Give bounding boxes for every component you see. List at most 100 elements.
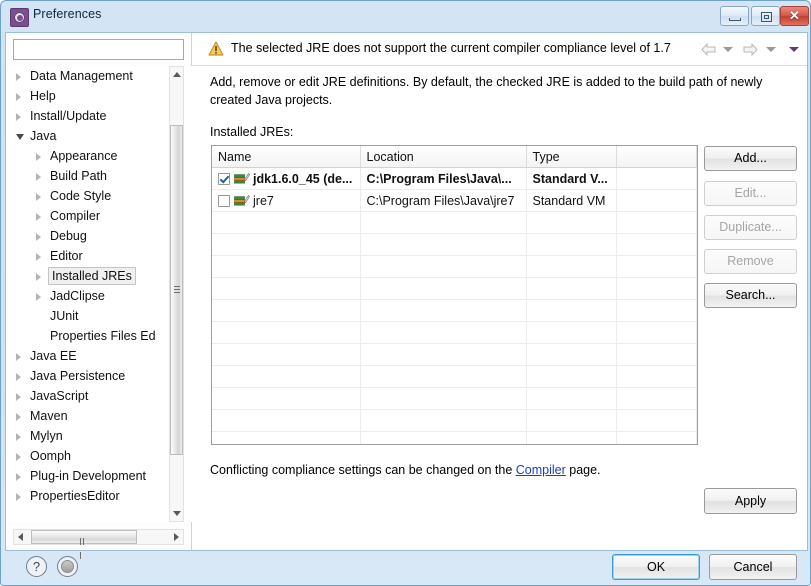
remove-button[interactable]: Remove [704,249,797,274]
sidebar-item-java-ee[interactable]: Java EE [6,346,192,366]
help-icon[interactable]: ? [26,556,47,577]
chevron-right-icon[interactable] [16,353,21,361]
chevron-right-icon[interactable] [36,173,41,181]
table-row[interactable]: jdk1.6.0_45 (de... C:\Program Files\Java\… [212,167,697,190]
sidebar-item-label: Appearance [50,149,118,163]
installed-jres-label: Installed JREs: [210,125,294,139]
sidebar-item-data-management[interactable]: Data Management [6,66,192,86]
column-header-extra[interactable] [616,146,697,168]
sidebar-item-label: Editor [50,249,83,263]
jre-name-cell[interactable]: jdk1.6.0_45 (de... [212,167,361,190]
minimize-button[interactable] [720,6,749,26]
chevron-right-icon[interactable] [16,93,21,101]
column-header-type[interactable]: Type [526,146,617,168]
chevron-right-icon[interactable] [16,393,21,401]
scroll-up-icon[interactable] [170,67,183,82]
forward-arrow-icon[interactable] [743,43,759,57]
chevron-right-icon[interactable] [16,413,21,421]
chevron-right-icon[interactable] [36,273,41,281]
jre-checkbox[interactable] [218,172,230,185]
chevron-right-icon[interactable] [36,153,41,161]
sidebar-item-code-style[interactable]: Code Style [6,186,192,206]
column-header-location[interactable]: Location [360,146,527,168]
sidebar-item-oomph[interactable]: Oomph [6,446,192,466]
chevron-right-icon[interactable] [16,73,21,81]
page-description: Add, remove or edit JRE definitions. By … [210,75,763,107]
sidebar-item-java[interactable]: Java [6,126,192,146]
sidebar-item-mylyn[interactable]: Mylyn [6,426,192,446]
sidebar-item-appearance[interactable]: Appearance [6,146,192,166]
jre-name-cell[interactable]: jre7 [212,189,361,212]
sidebar-item-java-persistence[interactable]: Java Persistence [6,366,192,386]
chevron-down-icon[interactable] [16,134,24,140]
edit-button[interactable]: Edit... [704,181,797,206]
sidebar-item-help[interactable]: Help [6,86,192,106]
close-button[interactable]: ✕ [780,6,809,26]
table-empty-row [212,233,697,256]
apply-button[interactable]: Apply [704,488,797,514]
sidebar-item-install-update[interactable]: Install/Update [6,106,192,126]
ok-button[interactable]: OK [612,554,700,580]
chevron-right-icon[interactable] [16,473,21,481]
close-icon: ✕ [789,8,800,23]
jre-checkbox[interactable] [218,194,230,207]
sidebar-item-propertieseditor[interactable]: PropertiesEditor [6,486,192,506]
tree-hscroll-thumb[interactable] [31,530,137,559]
chevron-right-icon[interactable] [16,433,21,441]
sidebar-item-label: Maven [30,409,68,423]
jre-library-icon [234,194,250,208]
maximize-button[interactable] [751,6,780,26]
sidebar-item-label: PropertiesEditor [30,489,120,503]
scroll-down-icon[interactable] [170,506,183,521]
chevron-right-icon[interactable] [36,193,41,201]
compiler-link[interactable]: Compiler [516,463,566,477]
conflict-suffix: page. [565,463,601,477]
duplicate-button[interactable]: Duplicate... [704,215,797,240]
chevron-right-icon[interactable] [36,293,41,301]
sidebar-item-installed-jres[interactable]: Installed JREs [6,266,192,286]
tree-vscroll-thumb[interactable] [170,125,183,455]
chevron-right-icon[interactable] [16,373,21,381]
back-arrow-icon[interactable] [700,43,717,57]
forward-dropdown-icon[interactable] [765,47,776,53]
preference-page-panel: The selected JRE does not support the cu… [192,33,807,550]
preference-tree[interactable]: Data Management Help Install/Update Java App… [6,66,192,522]
sidebar-item-build-path[interactable]: Build Path [6,166,192,186]
sidebar-item-compiler[interactable]: Compiler [6,206,192,226]
scroll-right-icon[interactable] [168,530,183,544]
view-menu-icon[interactable] [789,47,799,53]
filter-input[interactable] [13,39,184,60]
preferences-dialog: Preferences ✕ Data Management Help Install… [0,0,811,586]
sidebar-item-label: Properties Files Ed [50,329,156,343]
sidebar-item-debug[interactable]: Debug [6,226,192,246]
sidebar-item-jadclipse[interactable]: JadClipse [6,286,192,306]
back-dropdown-icon[interactable] [722,47,733,53]
scroll-left-icon[interactable] [14,530,29,544]
chevron-right-icon[interactable] [16,113,21,121]
search-button[interactable]: Search... [704,283,797,308]
chevron-right-icon[interactable] [36,253,41,261]
tree-horizontal-scrollbar[interactable] [13,529,184,559]
record-icon[interactable] [57,556,78,577]
sidebar-item-properties-files-ed[interactable]: Properties Files Ed [6,326,192,346]
sidebar-item-label: Build Path [50,169,107,183]
chevron-right-icon[interactable] [16,493,21,501]
column-header-name[interactable]: Name [212,146,361,168]
chevron-right-icon[interactable] [36,213,41,221]
cancel-button[interactable]: Cancel [709,554,797,580]
sidebar-item-editor[interactable]: Editor [6,246,192,266]
tree-vertical-scrollbar[interactable] [169,66,184,522]
sidebar-item-javascript[interactable]: JavaScript [6,386,192,406]
sidebar-item-plug-in-development[interactable]: Plug-in Development [6,466,192,486]
add-button[interactable]: Add... [704,146,797,171]
jre-type-cell: Standard VM [526,189,617,212]
installed-jres-table[interactable]: Name Location Type jdk1.6.0_45 (de... C:\… [211,145,698,445]
jre-extra-cell [616,189,697,212]
chevron-right-icon[interactable] [36,233,41,241]
chevron-right-icon[interactable] [16,453,21,461]
sidebar-item-maven[interactable]: Maven [6,406,192,426]
sidebar-item-junit[interactable]: JUnit [6,306,192,326]
preferences-gear-icon [10,8,29,27]
jre-library-icon [234,172,250,186]
table-row[interactable]: jre7 C:\Program Files\Java\jre7 Standard V… [212,189,697,212]
